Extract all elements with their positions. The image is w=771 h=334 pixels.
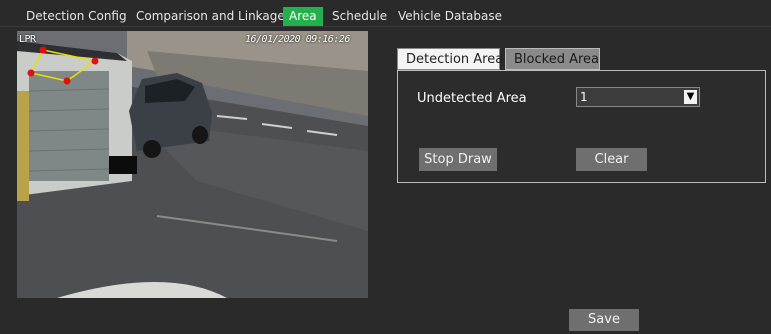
- osd-timestamp: 16/01/2020 09:16:26: [245, 34, 350, 45]
- tab-schedule[interactable]: Schedule: [326, 7, 393, 26]
- chevron-down-icon: ▼: [684, 90, 697, 104]
- save-button[interactable]: Save: [569, 309, 639, 331]
- undetected-area-label: Undetected Area: [417, 91, 527, 106]
- osd-label: LPR: [19, 34, 36, 45]
- tab-comparison-linkage[interactable]: Comparison and Linkage: [130, 7, 291, 26]
- stop-draw-button[interactable]: Stop Draw: [419, 148, 497, 171]
- main-tab-bar: Detection Config Comparison and Linkage …: [0, 0, 771, 27]
- tab-detection-area[interactable]: Detection Area: [397, 48, 503, 70]
- camera-scene: [17, 31, 368, 298]
- tab-blocked-area[interactable]: Blocked Area: [505, 48, 600, 70]
- clear-button[interactable]: Clear: [576, 148, 647, 171]
- tab-detection-config[interactable]: Detection Config: [20, 7, 133, 26]
- undetected-area-value: 1: [580, 90, 588, 104]
- tab-area[interactable]: Area: [283, 7, 323, 26]
- area-settings-panel: Undetected Area 1 ▼ Stop Draw Clear: [397, 70, 766, 183]
- camera-preview[interactable]: LPR 16/01/2020 09:16:26: [17, 31, 368, 298]
- tab-vehicle-database[interactable]: Vehicle Database: [392, 7, 508, 26]
- undetected-area-select[interactable]: 1 ▼: [576, 87, 700, 107]
